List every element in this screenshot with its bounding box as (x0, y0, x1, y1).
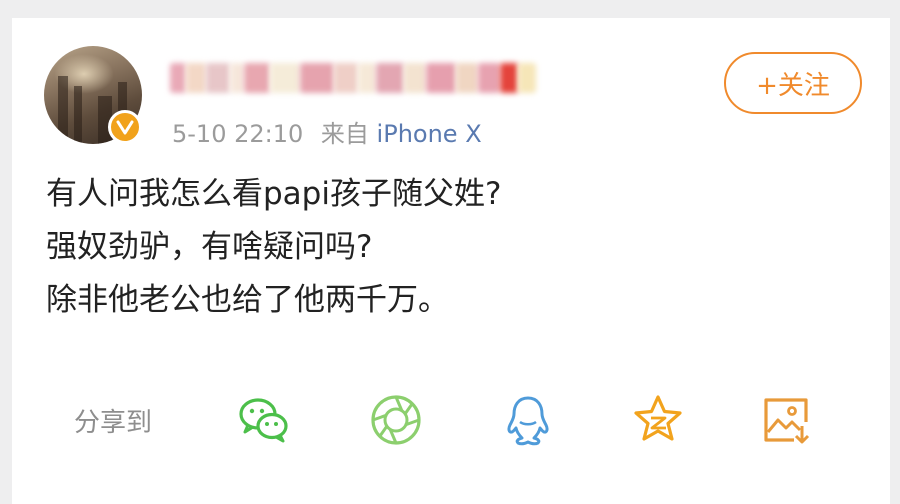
username-blurred[interactable] (170, 60, 560, 96)
wechat-icon[interactable] (236, 392, 292, 448)
post-meta: 5-10 22:10 来自 iPhone X (172, 114, 482, 149)
weibo-post-card: 5-10 22:10 来自 iPhone X +关注 有人问我怎么看papi孩子… (12, 18, 890, 504)
post-body: 有人问我怎么看papi孩子随父姓? 强奴劲驴，有啥疑问吗? 除非他老公也给了他两… (46, 168, 846, 327)
qzone-star-icon[interactable] (630, 392, 686, 448)
avatar-building (58, 76, 68, 144)
save-image-icon[interactable] (758, 392, 814, 448)
verified-badge-icon (108, 110, 142, 144)
qq-icon[interactable] (500, 392, 556, 448)
follow-label: +关注 (756, 70, 830, 101)
follow-button[interactable]: +关注 (724, 52, 862, 114)
post-time: 5-10 22:10 (172, 120, 304, 148)
wechat-moments-icon[interactable] (368, 392, 424, 448)
post-line: 有人问我怎么看papi孩子随父姓? (46, 176, 502, 212)
source-prefix: 来自 (320, 120, 369, 148)
post-line: 除非他老公也给了他两千万。 (46, 282, 449, 318)
source-device[interactable]: iPhone X (377, 120, 482, 148)
avatar-building (74, 86, 82, 144)
share-label: 分享到 (74, 408, 153, 438)
share-bar: 分享到 (74, 392, 834, 448)
post-line: 强奴劲驴，有啥疑问吗? (46, 229, 373, 265)
